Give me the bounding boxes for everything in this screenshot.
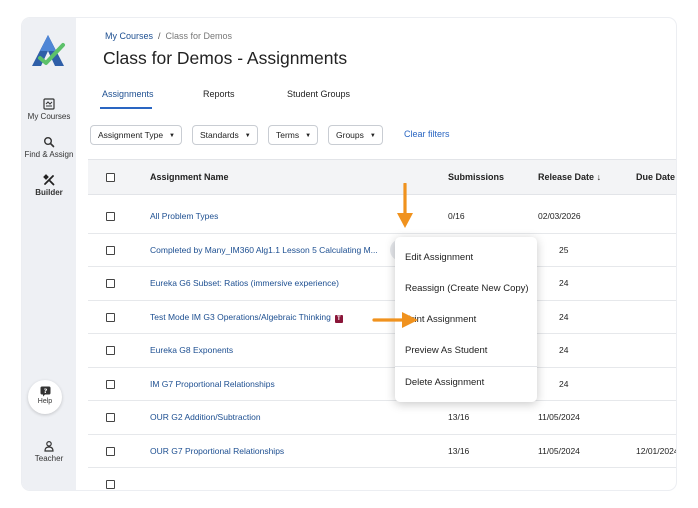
- column-header-release-date[interactable]: Release Date ↓: [538, 172, 601, 182]
- menu-item-reassign[interactable]: Reassign (Create New Copy): [395, 273, 537, 304]
- sidebar-item-my-courses[interactable]: My Courses: [22, 98, 76, 122]
- app-logo-icon[interactable]: [29, 32, 67, 70]
- assignment-name-link[interactable]: Eureka G8 Exponents: [150, 345, 233, 355]
- tab-assignments[interactable]: Assignments: [102, 89, 154, 99]
- menu-item-edit-assignment[interactable]: Edit Assignment: [395, 242, 537, 273]
- tab-reports[interactable]: Reports: [203, 89, 235, 99]
- svg-text:?: ?: [43, 387, 47, 395]
- row-checkbox[interactable]: [106, 245, 115, 255]
- row-checkbox[interactable]: [106, 212, 115, 221]
- test-mode-badge: T: [334, 314, 343, 323]
- submissions-cell: 13/16: [448, 445, 470, 456]
- assignment-name-link[interactable]: All Problem Types: [150, 211, 218, 221]
- table-row[interactable]: OUR G7 Proportional Relationships 13/16 …: [88, 435, 676, 468]
- tab-student-groups[interactable]: Student Groups: [287, 89, 350, 99]
- filter-groups[interactable]: Groups ▼: [328, 125, 383, 145]
- assignment-name-link[interactable]: Eureka G6 Subset: Ratios (immersive expe…: [150, 278, 339, 288]
- assignment-name-link[interactable]: Completed by Many_IM360 Alg1.1 Lesson 5 …: [150, 245, 378, 255]
- table-header: Assignment Name Submissions Release Date…: [88, 159, 676, 195]
- breadcrumb: My Courses / Class for Demos: [105, 31, 232, 41]
- sidebar-item-find-assign[interactable]: Find & Assign: [22, 136, 76, 160]
- due-date-cell: 12/01/2024: [636, 445, 676, 456]
- submissions-cell: 0/16: [448, 211, 465, 221]
- app-frame: My Courses Find & Assign Builder ? Help …: [22, 18, 676, 490]
- sidebar-item-label: Find & Assign: [24, 150, 74, 159]
- filter-assignment-type[interactable]: Assignment Type ▼: [90, 125, 182, 145]
- caret-down-icon: ▼: [369, 133, 376, 139]
- breadcrumb-separator: /: [158, 31, 161, 41]
- table-row[interactable]: IM G7 Proportional Relationships 24: [88, 368, 676, 401]
- menu-item-delete-assignment[interactable]: Delete Assignment: [395, 367, 537, 398]
- course-icon: [43, 98, 55, 110]
- clear-filters-link[interactable]: Clear filters: [404, 125, 450, 143]
- row-checkbox[interactable]: [106, 346, 115, 355]
- table-row[interactable]: All Problem Types 0/16 02/03/2026: [88, 200, 676, 234]
- release-date-cell: 24: [559, 345, 569, 355]
- breadcrumb-my-courses[interactable]: My Courses: [105, 31, 153, 41]
- filter-standards[interactable]: Standards ▼: [192, 125, 258, 145]
- release-date-cell: 24: [559, 378, 569, 389]
- annotation-arrow-right-icon: [372, 312, 418, 328]
- sidebar-item-label: My Courses: [27, 112, 71, 121]
- column-header-name[interactable]: Assignment Name: [150, 172, 229, 182]
- row-checkbox[interactable]: [106, 379, 115, 389]
- caret-down-icon: ▼: [169, 133, 175, 139]
- menu-item-preview-as-student[interactable]: Preview As Student: [395, 335, 537, 366]
- sidebar-item-label: Teacher: [34, 454, 64, 463]
- column-header-label: Release Date: [538, 172, 595, 182]
- table-row[interactable]: OUR G2 Addition/Subtraction 13/16 11/05/…: [88, 401, 676, 435]
- tools-icon: [43, 174, 55, 186]
- table-row[interactable]: Completed by Many_IM360 Alg1.1 Lesson 5 …: [88, 234, 676, 267]
- filter-label: Groups: [336, 130, 364, 140]
- breadcrumb-current: Class for Demos: [165, 31, 233, 41]
- help-icon: ?: [40, 386, 50, 397]
- filter-label: Assignment Type: [98, 130, 164, 140]
- assignment-name-link[interactable]: OUR G7 Proportional Relationships: [150, 446, 284, 456]
- sidebar-item-teacher[interactable]: Teacher: [22, 440, 76, 464]
- release-date-cell: 24: [559, 278, 569, 288]
- release-date-cell: 25: [559, 244, 569, 255]
- sidebar-item-builder[interactable]: Builder: [22, 174, 76, 198]
- assignment-name-link[interactable]: OUR G2 Addition/Subtraction: [150, 412, 261, 422]
- sidebar: My Courses Find & Assign Builder ? Help …: [22, 18, 76, 490]
- caret-down-icon: ▼: [244, 133, 251, 139]
- column-header-submissions[interactable]: Submissions: [448, 172, 504, 182]
- select-all-checkbox[interactable]: [106, 173, 115, 182]
- annotation-arrow-down-icon: [397, 183, 413, 228]
- row-checkbox[interactable]: [106, 480, 115, 489]
- help-button[interactable]: ? Help: [28, 380, 62, 414]
- user-icon: [44, 440, 54, 452]
- table-row[interactable]: [88, 468, 676, 490]
- arrow-down-icon: ↓: [596, 172, 602, 182]
- assignment-name-link[interactable]: IM G7 Proportional Relationships: [150, 379, 275, 389]
- filter-label: Standards: [200, 130, 239, 140]
- table-row[interactable]: Eureka G8 Exponents 24: [88, 334, 676, 368]
- release-date-cell: 24: [559, 311, 569, 322]
- page-title: Class for Demos - Assignments: [103, 48, 348, 68]
- submissions-cell: 13/16: [448, 412, 470, 422]
- row-checkbox[interactable]: [106, 312, 115, 322]
- column-header-due-date[interactable]: Due Date: [636, 172, 675, 182]
- caret-down-icon: ▼: [305, 133, 312, 139]
- release-date-cell: 02/03/2026: [538, 211, 581, 221]
- active-tab-indicator: [100, 107, 152, 109]
- release-date-cell: 11/05/2024: [538, 412, 580, 422]
- filter-label: Terms: [276, 130, 300, 140]
- row-checkbox[interactable]: [106, 413, 115, 422]
- row-checkbox[interactable]: [106, 279, 115, 288]
- search-icon: [44, 137, 55, 148]
- filter-terms[interactable]: Terms ▼: [268, 125, 319, 145]
- assignment-name-link[interactable]: Test Mode IM G3 Operations/Algebraic Thi…: [150, 312, 343, 323]
- release-date-cell: 11/05/2024: [538, 445, 580, 456]
- row-checkbox[interactable]: [106, 446, 115, 456]
- main-content: My Courses / Class for Demos Class for Dem…: [76, 18, 676, 490]
- table-row[interactable]: Eureka G6 Subset: Ratios (immersive expe…: [88, 267, 676, 301]
- assignment-name-text: Test Mode IM G3 Operations/Algebraic Thi…: [150, 311, 331, 322]
- sidebar-item-label: Builder: [35, 188, 63, 197]
- help-label: Help: [37, 398, 53, 405]
